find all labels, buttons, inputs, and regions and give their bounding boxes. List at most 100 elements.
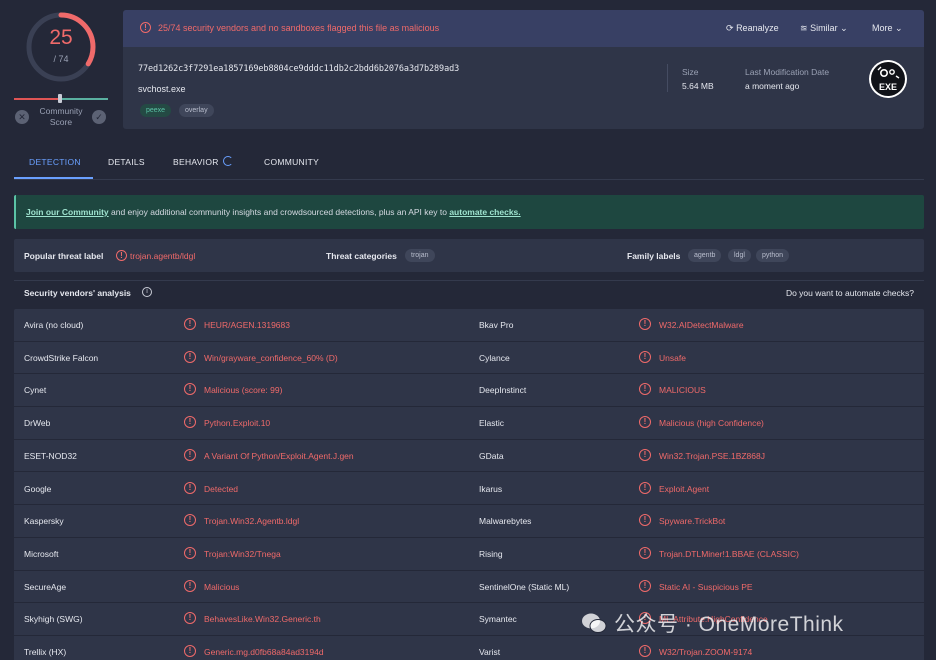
vendor-row: ESET-NOD32! A Variant Of Python/Exploit.A… [14, 440, 924, 473]
vendor-row: Microsoft! Trojan:Win32/Tnega Rising! Troja… [14, 538, 924, 571]
malicious-icon: ! [184, 416, 196, 429]
community-score-thumb [58, 94, 62, 103]
vendor-result: MALICIOUS [659, 385, 706, 396]
similar-button[interactable]: ≊ Similar ⌄ [800, 23, 848, 34]
file-name: svchost.exe [138, 84, 186, 94]
last-modified-value: a moment ago [745, 81, 800, 91]
family-label-pill[interactable]: python [756, 249, 790, 262]
more-button[interactable]: More ⌄ [872, 23, 903, 34]
banner-body: and enjoy additional community insights … [108, 207, 450, 217]
vendor-result: Spyware.TrickBot [659, 516, 726, 527]
vendor-name: GData [479, 450, 504, 461]
vendor-name: Varist [479, 647, 501, 657]
family-label-pill[interactable]: agentb [688, 249, 722, 262]
join-community-link[interactable]: Join our Community [26, 207, 109, 217]
active-tab-indicator [14, 177, 93, 179]
vendor-result: Malicious [204, 581, 240, 592]
more-label: More [872, 23, 893, 33]
vote-harmful-icon[interactable]: ✕ [15, 110, 29, 124]
popular-threat-label: Popular threat label [24, 251, 104, 261]
vendor-result: Unsafe [659, 352, 686, 363]
vendor-name: DeepInstinct [479, 385, 527, 396]
vendor-row: Cynet! Malicious (score: 99) DeepInstinct!… [14, 374, 924, 408]
vendor-name: Microsoft [24, 548, 59, 559]
vendor-name: Bkav Pro [479, 320, 514, 330]
vendor-row: SecureAge! Malicious SentinelOne (Static M… [14, 571, 924, 604]
tab-detection[interactable]: DETECTION [29, 157, 81, 167]
tag-overlay[interactable]: overlay [179, 104, 214, 117]
chevron-down-icon: ⌄ [840, 23, 848, 33]
vendor-result: Trojan:Win32/Tnega [204, 548, 281, 559]
tab-details[interactable]: DETAILS [108, 157, 145, 167]
tab-behavior[interactable]: BEHAVIOR [173, 157, 219, 167]
malicious-icon: ! [639, 318, 651, 330]
detection-count: 25 [49, 26, 73, 49]
vendor-name: Google [24, 483, 52, 494]
automate-checks-link[interactable]: automate checks. [449, 207, 520, 217]
vendor-row: Trellix (HX)! Generic.mg.d0fb68a84ad3194d… [14, 636, 924, 660]
vendor-name: Malwarebytes [479, 516, 532, 527]
vendor-result: Trojan.Win32.Agentb.ldgl [204, 516, 300, 527]
wechat-icon [582, 613, 607, 633]
malicious-icon: ! [184, 448, 196, 461]
vendor-name: Cylance [479, 352, 510, 363]
vendor-name: SecureAge [24, 581, 67, 592]
vendor-result: Malicious (high Confidence) [659, 418, 764, 429]
vendor-row: CrowdStrike Falcon! Win/grayware_confiden… [14, 342, 924, 375]
meta-separator [667, 64, 668, 92]
vendor-row: DrWeb! Python.Exploit.10 Elastic! Malicious… [14, 407, 924, 440]
family-label-pill[interactable]: ldgl [728, 249, 751, 262]
vendor-name: CrowdStrike Falcon [24, 352, 99, 363]
malicious-icon: ! [184, 481, 196, 494]
vendor-result: HEUR/AGEN.1319683 [204, 320, 290, 330]
malicious-icon: ! [639, 448, 651, 461]
detection-alert-text: 25/74 security vendors and no sandboxes … [158, 23, 440, 33]
reanalyze-icon: ⟳ [726, 23, 734, 33]
vendor-name: Rising [479, 548, 503, 559]
threat-alert-icon: ! [116, 250, 127, 261]
similar-icon: ≊ [800, 23, 808, 33]
malicious-icon: ! [639, 350, 651, 363]
vendor-name: Ikarus [479, 483, 503, 494]
gear-icon: EXE [877, 66, 900, 92]
vendor-result: Trojan.DTLMiner!1.BBAE (CLASSIC) [659, 548, 799, 559]
malicious-icon: ! [639, 481, 651, 494]
automate-checks-prompt[interactable]: Do you want to automate checks? [786, 288, 914, 298]
vendor-row: Google! Detected Ikarus! Exploit.Agent [14, 473, 924, 506]
malicious-icon: ! [184, 645, 196, 657]
tab-divider [14, 179, 924, 180]
community-banner-text: Join our Community and enjoy additional … [26, 207, 521, 217]
vendor-name: Cynet [24, 385, 47, 396]
size-value: 5.64 MB [682, 81, 714, 91]
vendor-result: Exploit.Agent [659, 483, 710, 494]
detection-total: / 74 [53, 54, 69, 64]
threat-categories-label: Threat categories [326, 251, 397, 261]
malicious-icon: ! [184, 318, 196, 330]
svg-text:EXE: EXE [879, 82, 897, 92]
malicious-icon: ! [639, 514, 651, 527]
vendor-name: Skyhigh (SWG) [24, 614, 83, 625]
vendor-name: Symantec [479, 614, 517, 625]
vote-harmless-icon[interactable]: ✓ [92, 110, 106, 124]
threat-category-pill[interactable]: trojan [405, 249, 435, 262]
popular-threat-value[interactable]: trojan.agentb/ldgl [130, 251, 195, 261]
info-icon[interactable]: i [142, 287, 152, 297]
malicious-icon: ! [639, 383, 651, 396]
vendor-name: Kaspersky [24, 516, 64, 527]
reanalyze-button[interactable]: ⟳ Reanalyze [726, 23, 779, 34]
malicious-icon: ! [184, 579, 196, 592]
vendor-result: Generic.mg.d0fb68a84ad3194d [204, 647, 324, 657]
tab-community[interactable]: COMMUNITY [264, 157, 319, 167]
malicious-icon: ! [639, 416, 651, 429]
vendor-name: SentinelOne (Static ML) [479, 581, 570, 592]
malicious-icon: ! [184, 514, 196, 527]
vendor-result: Detected [204, 483, 239, 494]
tag-peexe[interactable]: peexe [140, 104, 172, 117]
vendor-name: ESET-NOD32 [24, 450, 77, 461]
size-label: Size [682, 67, 699, 77]
community-score-label: Community Score [39, 106, 83, 127]
file-hash[interactable]: 77ed1262c3f7291ea1857169eb8804ce9dddc11d… [138, 64, 459, 74]
reanalyze-label: Reanalyze [736, 23, 779, 33]
vendor-result: Malicious (score: 99) [204, 385, 283, 396]
malicious-icon: ! [184, 383, 196, 396]
